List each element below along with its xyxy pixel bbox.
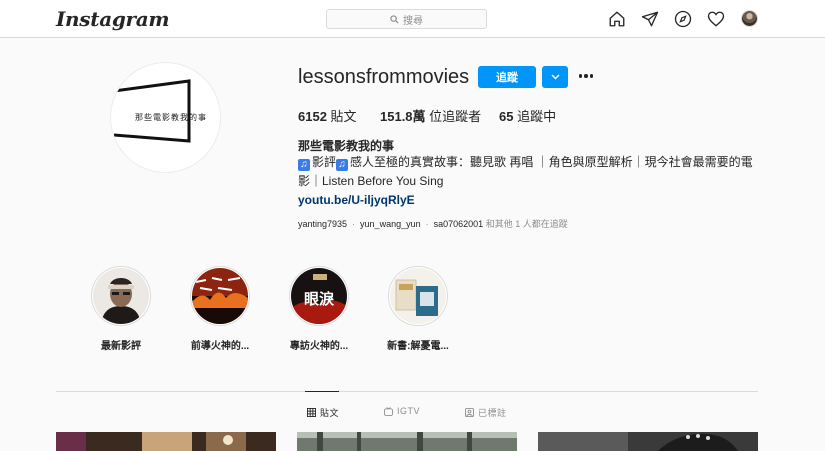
search-input[interactable]: 搜尋: [326, 9, 487, 29]
grid-icon: [307, 408, 316, 417]
active-tab-indicator: [305, 391, 339, 392]
music-note-icon: ♫: [336, 159, 349, 171]
profile-picture-text: 那些電影教我的事: [135, 113, 207, 122]
follower-username[interactable]: yanting7935: [298, 219, 347, 229]
highlight-cover: [190, 266, 250, 326]
activity-heart-icon[interactable]: [707, 10, 725, 28]
highlight-label: 新書:解憂電...: [387, 341, 449, 352]
fire-poster-icon: [192, 268, 248, 324]
follower-username[interactable]: yun_wang_yun: [360, 219, 421, 229]
direct-message-icon[interactable]: [641, 10, 659, 28]
book-covers-icon: [390, 268, 446, 324]
highlight-cover: [91, 266, 151, 326]
profile-username: lessonsfrommovies: [298, 66, 470, 88]
highlight-cover: [388, 266, 448, 326]
followed-by-suffix: 和其他 1 人都在追蹤: [485, 219, 568, 229]
post-thumbnail[interactable]: [297, 432, 517, 451]
story-highlight[interactable]: 最新影評: [81, 266, 161, 352]
post-thumbnail[interactable]: [56, 432, 276, 451]
igtv-icon: [384, 406, 393, 416]
profile-full-name: 那些電影教我的事: [298, 139, 395, 153]
podcast-tears-icon: 眼淚: [291, 268, 347, 324]
followed-by-text: yanting7935 · yun_wang_yun · sa07062001 和其他 …: [298, 219, 568, 229]
tab-igtv[interactable]: IGTV: [384, 406, 420, 416]
tab-label: IGTV: [397, 406, 421, 416]
following-count[interactable]: 65 追蹤中: [499, 106, 556, 125]
highlight-label: 專訪火神的...: [289, 341, 349, 352]
home-icon[interactable]: [608, 10, 626, 28]
posts-count: 6152 貼文: [298, 109, 357, 124]
tagged-icon: [465, 408, 474, 417]
chevron-down-icon: [550, 74, 560, 80]
suggested-accounts-button[interactable]: [542, 66, 568, 88]
followers-count[interactable]: 151.8萬 位追蹤者: [380, 106, 481, 125]
post-thumbnail[interactable]: [538, 432, 758, 451]
post-image: [56, 432, 276, 451]
explore-compass-icon[interactable]: [674, 10, 692, 28]
tab-tagged[interactable]: 已標註: [465, 406, 507, 419]
search-icon: [390, 14, 399, 24]
post-image: [538, 432, 758, 451]
story-highlight[interactable]: 眼淚 專訪火神的...: [279, 266, 359, 352]
dot-icon: [578, 74, 583, 78]
profile-website-link[interactable]: youtu.be/U-iljyqRlyE: [298, 193, 415, 207]
portrait-man-icon: [93, 268, 149, 324]
top-navigation-bar: Instagram 搜尋: [0, 0, 825, 38]
story-highlight[interactable]: 前導火神的...: [180, 266, 260, 352]
svg-text:眼淚: 眼淚: [304, 290, 335, 308]
music-note-icon: ♫: [298, 159, 310, 171]
highlight-label: 前導火神的...: [190, 341, 250, 352]
profile-bio: ♫ 影評 ♫ 感人至極的真實故事：聽見歌 再唱 ｜角色與原型解析｜現今社會最需要的電 …: [298, 155, 753, 188]
follow-button[interactable]: 追蹤: [478, 66, 536, 88]
highlight-cover: 眼淚: [289, 266, 349, 326]
profile-avatar[interactable]: [741, 10, 758, 27]
follower-username[interactable]: sa07062001: [434, 219, 484, 229]
profile-picture[interactable]: 那些電影教我的事: [110, 62, 221, 173]
tab-label: 已標註: [478, 408, 507, 418]
story-highlight[interactable]: 新書:解憂電...: [378, 266, 458, 352]
tab-posts[interactable]: 貼文: [307, 406, 339, 419]
tab-label: 貼文: [320, 408, 340, 418]
dot-icon: [589, 74, 594, 78]
instagram-logo[interactable]: Instagram: [56, 7, 170, 31]
highlight-label: 最新影評: [101, 341, 141, 352]
search-placeholder: 搜尋: [403, 15, 423, 27]
more-options-button[interactable]: [577, 69, 595, 83]
post-image: [297, 432, 517, 451]
dot-icon: [584, 74, 588, 78]
tabs-divider: [56, 391, 758, 392]
